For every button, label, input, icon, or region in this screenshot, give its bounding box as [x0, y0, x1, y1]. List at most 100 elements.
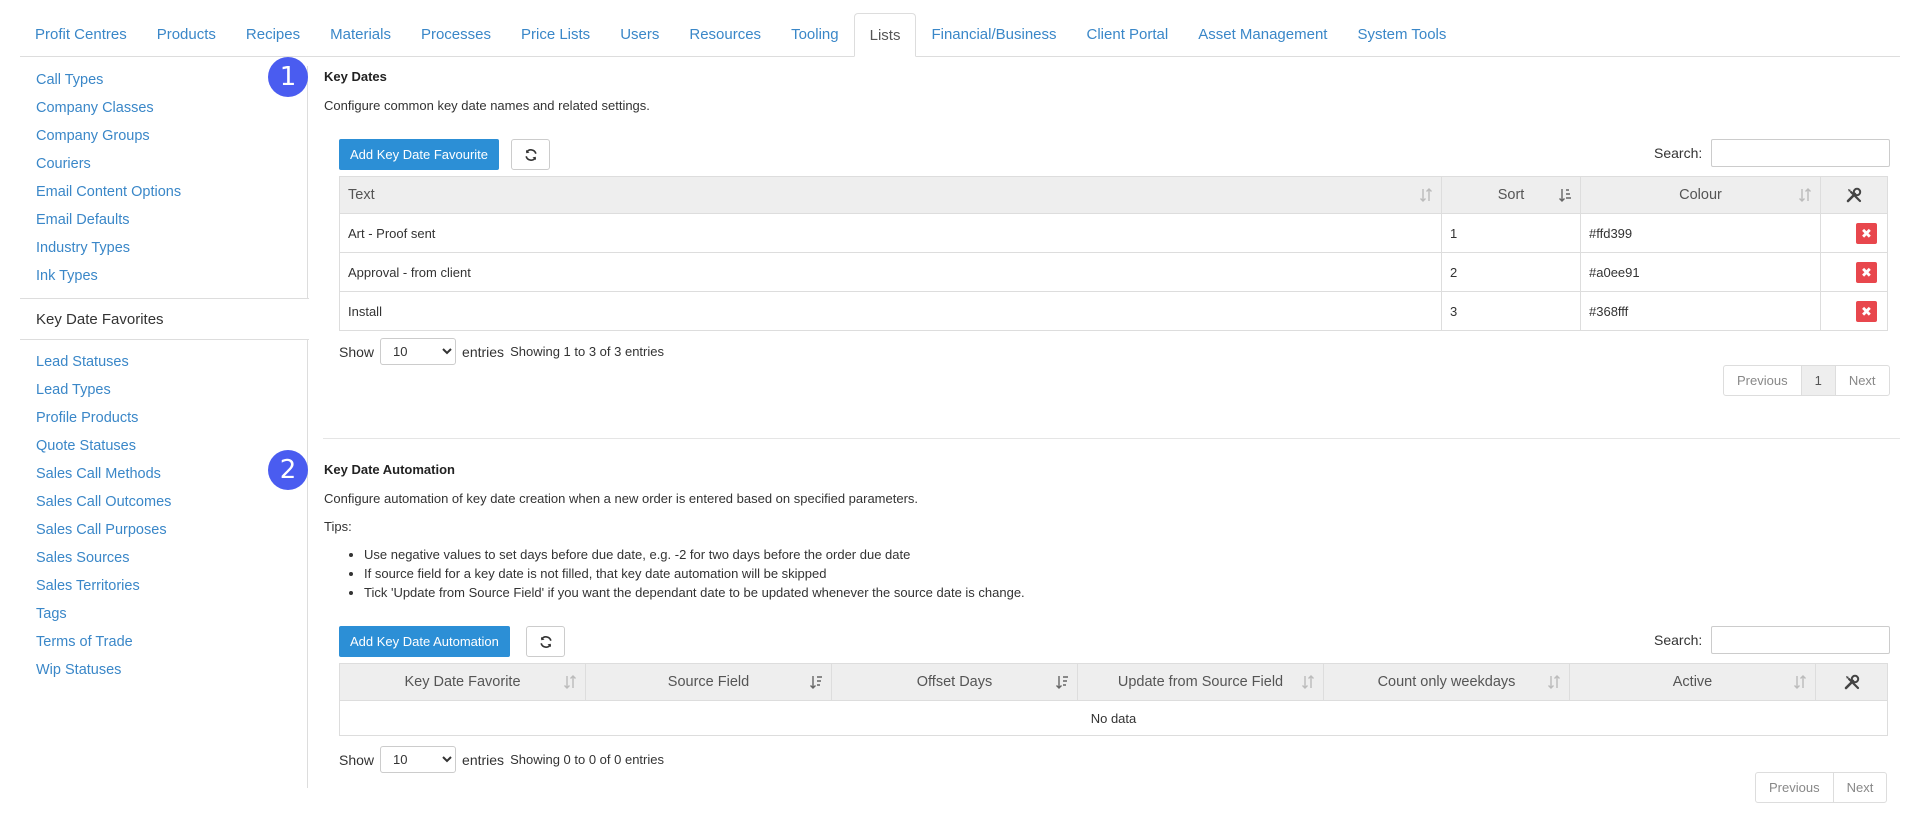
column-header-actions [1815, 663, 1888, 701]
sidebar-item-key-date-favorites[interactable]: Key Date Favorites [20, 298, 309, 340]
sidebar-item-lead-statuses[interactable]: Lead Statuses [20, 348, 307, 376]
column-header-update-from-source-field[interactable]: Update from Source Field [1077, 663, 1324, 701]
next-page-button[interactable]: Next [1832, 773, 1887, 802]
cell-colour: #368fff [1580, 291, 1821, 331]
next-page-button[interactable]: Next [1834, 366, 1889, 395]
sidebar: Call Types Company Classes Company Group… [20, 66, 309, 788]
add-key-date-favourite-button[interactable]: Add Key Date Favourite [339, 139, 500, 170]
sidebar-item-quote-statuses[interactable]: Quote Statuses [20, 432, 307, 460]
sort-icon [1302, 675, 1314, 689]
tip-item: Tick 'Update from Source Field' if you w… [364, 583, 1025, 602]
tab-asset-management[interactable]: Asset Management [1183, 13, 1342, 56]
add-key-date-automation-button[interactable]: Add Key Date Automation [339, 626, 510, 657]
column-header-sort[interactable]: Sort [1441, 176, 1581, 214]
key-dates-length-control: Show 10 entries Showing 1 to 3 of 3 entr… [339, 338, 664, 365]
automation-search-input[interactable] [1711, 626, 1890, 654]
tab-recipes[interactable]: Recipes [231, 13, 315, 56]
tab-tooling[interactable]: Tooling [776, 13, 854, 56]
column-header-source-field[interactable]: Source Field [585, 663, 832, 701]
tab-products[interactable]: Products [142, 13, 231, 56]
automation-refresh-button[interactable] [526, 626, 565, 657]
sidebar-item-terms-of-trade[interactable]: Terms of Trade [20, 628, 307, 656]
show-label: Show [339, 343, 375, 360]
sidebar-item-company-groups[interactable]: Company Groups [20, 122, 307, 150]
sidebar-item-sales-call-purposes[interactable]: Sales Call Purposes [20, 516, 307, 544]
automation-title: Key Date Automation [324, 462, 455, 477]
column-header-key-date-favorite[interactable]: Key Date Favorite [339, 663, 586, 701]
cell-sort: 1 [1441, 213, 1581, 253]
sort-icon [1799, 188, 1811, 202]
tab-users[interactable]: Users [605, 13, 674, 56]
automation-search-label: Search: [1654, 632, 1703, 648]
no-data-cell: No data [339, 700, 1888, 736]
wrench-screwdriver-icon [1844, 674, 1859, 690]
previous-page-button[interactable]: Previous [1724, 366, 1801, 395]
key-dates-description: Configure common key date names and rela… [324, 98, 650, 113]
column-header-offset-days[interactable]: Offset Days [831, 663, 1078, 701]
step-badge-1: 1 [268, 57, 308, 97]
sidebar-item-lead-types[interactable]: Lead Types [20, 376, 307, 404]
sort-icon [1420, 188, 1432, 202]
sidebar-item-sales-call-outcomes[interactable]: Sales Call Outcomes [20, 488, 307, 516]
table-info: Showing 1 to 3 of 3 entries [510, 344, 664, 359]
tab-materials[interactable]: Materials [315, 13, 406, 56]
table-info: Showing 0 to 0 of 0 entries [510, 752, 664, 767]
column-header-text[interactable]: Text [339, 176, 1442, 214]
refresh-icon [539, 635, 552, 648]
cell-colour: #a0ee91 [1580, 252, 1821, 292]
step-badge-2: 2 [268, 450, 308, 490]
sidebar-item-email-defaults[interactable]: Email Defaults [20, 206, 307, 234]
section-divider [323, 438, 1900, 439]
column-header-active[interactable]: Active [1569, 663, 1816, 701]
tab-financial-business[interactable]: Financial/Business [916, 13, 1071, 56]
delete-x-icon: ✖ [1861, 225, 1872, 241]
column-header-count-only-weekdays[interactable]: Count only weekdays [1323, 663, 1570, 701]
key-dates-search-input[interactable] [1711, 139, 1890, 167]
sidebar-item-email-content-options[interactable]: Email Content Options [20, 178, 307, 206]
wrench-screwdriver-icon [1846, 187, 1862, 203]
column-header-colour[interactable]: Colour [1580, 176, 1821, 214]
delete-row-button[interactable]: ✖ [1856, 222, 1877, 244]
tab-lists[interactable]: Lists [853, 13, 917, 57]
cell-actions: ✖ [1820, 291, 1888, 331]
previous-page-button[interactable]: Previous [1756, 773, 1833, 802]
cell-sort: 2 [1441, 252, 1581, 292]
sidebar-item-wip-statuses[interactable]: Wip Statuses [20, 656, 307, 684]
cell-actions: ✖ [1820, 252, 1888, 292]
page-1-button[interactable]: 1 [1800, 366, 1835, 395]
sidebar-item-tags[interactable]: Tags [20, 600, 307, 628]
automation-pagination: Previous Next [1755, 772, 1888, 803]
sort-icon [564, 675, 576, 689]
column-header-actions [1820, 176, 1888, 214]
key-dates-refresh-button[interactable] [511, 139, 550, 170]
tab-price-lists[interactable]: Price Lists [506, 13, 605, 56]
sidebar-item-sales-sources[interactable]: Sales Sources [20, 544, 307, 572]
cell-colour: #ffd399 [1580, 213, 1821, 253]
tab-profit-centres[interactable]: Profit Centres [20, 13, 142, 56]
tab-client-portal[interactable]: Client Portal [1072, 13, 1184, 56]
sidebar-item-profile-products[interactable]: Profile Products [20, 404, 307, 432]
delete-row-button[interactable]: ✖ [1856, 300, 1877, 322]
sidebar-item-sales-territories[interactable]: Sales Territories [20, 572, 307, 600]
key-dates-title: Key Dates [324, 69, 387, 84]
sidebar-item-industry-types[interactable]: Industry Types [20, 234, 307, 262]
entries-per-page-select[interactable]: 10 [380, 338, 457, 365]
entries-label: entries [462, 343, 505, 360]
tab-processes[interactable]: Processes [406, 13, 506, 56]
top-tab-bar: Profit Centres Products Recipes Material… [20, 13, 1900, 57]
key-dates-pagination: Previous 1 Next [1723, 365, 1890, 396]
show-label: Show [339, 751, 375, 768]
sidebar-item-couriers[interactable]: Couriers [20, 150, 307, 178]
sidebar-item-sales-call-methods[interactable]: Sales Call Methods [20, 460, 307, 488]
delete-x-icon: ✖ [1861, 303, 1872, 319]
delete-row-button[interactable]: ✖ [1856, 261, 1877, 283]
entries-per-page-select[interactable]: 10 [380, 746, 457, 773]
table-row: Install 3 #368fff ✖ [339, 291, 1888, 331]
key-dates-table: Text Sort Colour Art - Proof sent 1 #ffd… [339, 176, 1888, 331]
tab-resources[interactable]: Resources [674, 13, 776, 56]
tab-system-tools[interactable]: System Tools [1342, 13, 1461, 56]
sidebar-item-company-classes[interactable]: Company Classes [20, 94, 307, 122]
sidebar-item-call-types[interactable]: Call Types [20, 66, 307, 94]
sidebar-item-ink-types[interactable]: Ink Types [20, 262, 307, 290]
automation-table: Key Date Favorite Source Field Offset Da… [339, 663, 1888, 736]
